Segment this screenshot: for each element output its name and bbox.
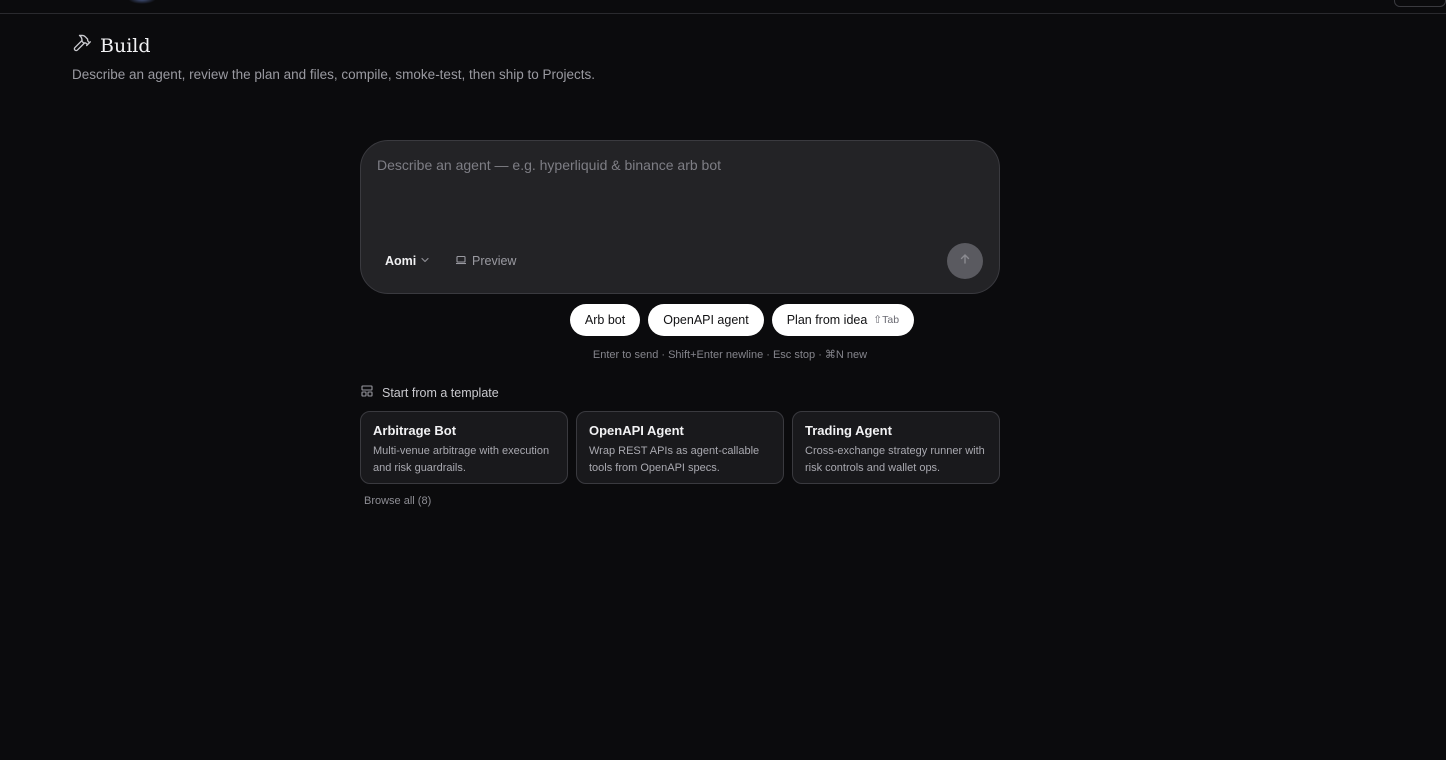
agent-description-input[interactable]	[377, 157, 977, 237]
card-title: Arbitrage Bot	[373, 423, 457, 438]
card-description: Wrap REST APIs as agent-callable tools f…	[589, 445, 760, 474]
top-bar	[0, 0, 1446, 14]
preview-label: Preview	[472, 254, 517, 268]
template-card-trading-agent[interactable]: Trading Agent Cross-exchange strategy ru…	[792, 411, 1000, 484]
keyboard-hint: Enter to send · Shift+Enter newline · Es…	[592, 349, 868, 361]
card-title: OpenAPI Agent	[589, 423, 684, 438]
arrow-up-icon	[959, 252, 971, 270]
chip-plan-from-idea[interactable]: Plan from idea ⇧Tab	[771, 304, 915, 336]
model-select-label: Aomi	[385, 254, 417, 268]
model-select[interactable]: Aomi	[377, 249, 438, 273]
top-right-button[interactable]	[1394, 0, 1446, 7]
logo-glow	[128, 0, 156, 4]
send-button[interactable]	[947, 243, 983, 279]
preview-button[interactable]: Preview	[449, 249, 522, 273]
page-title: Build	[100, 34, 151, 57]
chip-openapi-agent[interactable]: OpenAPI agent	[648, 304, 764, 336]
chip-label: Arb bot	[584, 313, 626, 327]
template-card-openapi-agent[interactable]: OpenAPI Agent Wrap REST APIs as agent-ca…	[576, 411, 784, 484]
page-header: Build Describe an agent, review the plan…	[72, 33, 596, 83]
laptop-icon	[455, 254, 467, 269]
templates-heading: Start from a template	[361, 385, 499, 400]
browse-all-link[interactable]: Browse all (8)	[364, 495, 431, 507]
title-row: Build	[72, 33, 595, 58]
chip-label: Plan from idea	[786, 313, 868, 327]
chip-arb-bot[interactable]: Arb bot	[569, 304, 641, 336]
chip-label: OpenAPI agent	[663, 313, 749, 327]
shortcut-hint: ⇧Tab	[873, 314, 900, 326]
agent-composer: Aomi Preview	[360, 140, 1000, 294]
card-title: Trading Agent	[805, 423, 892, 438]
hammer-icon	[72, 33, 92, 58]
chevron-down-icon	[420, 254, 430, 268]
template-cards: Arbitrage Bot Multi-venue arbitrage with…	[360, 411, 1000, 484]
card-description: Cross-exchange strategy runner with risk…	[805, 445, 985, 474]
template-card-arbitrage-bot[interactable]: Arbitrage Bot Multi-venue arbitrage with…	[360, 411, 568, 484]
card-description: Multi-venue arbitrage with execution and…	[373, 445, 550, 474]
suggestion-chips: Arb bot OpenAPI agent Plan from idea ⇧Ta…	[0, 304, 1446, 336]
templates-heading-label: Start from a template	[382, 385, 499, 400]
page-subtitle: Describe an agent, review the plan and f…	[72, 67, 596, 82]
layout-template-icon	[361, 385, 373, 400]
